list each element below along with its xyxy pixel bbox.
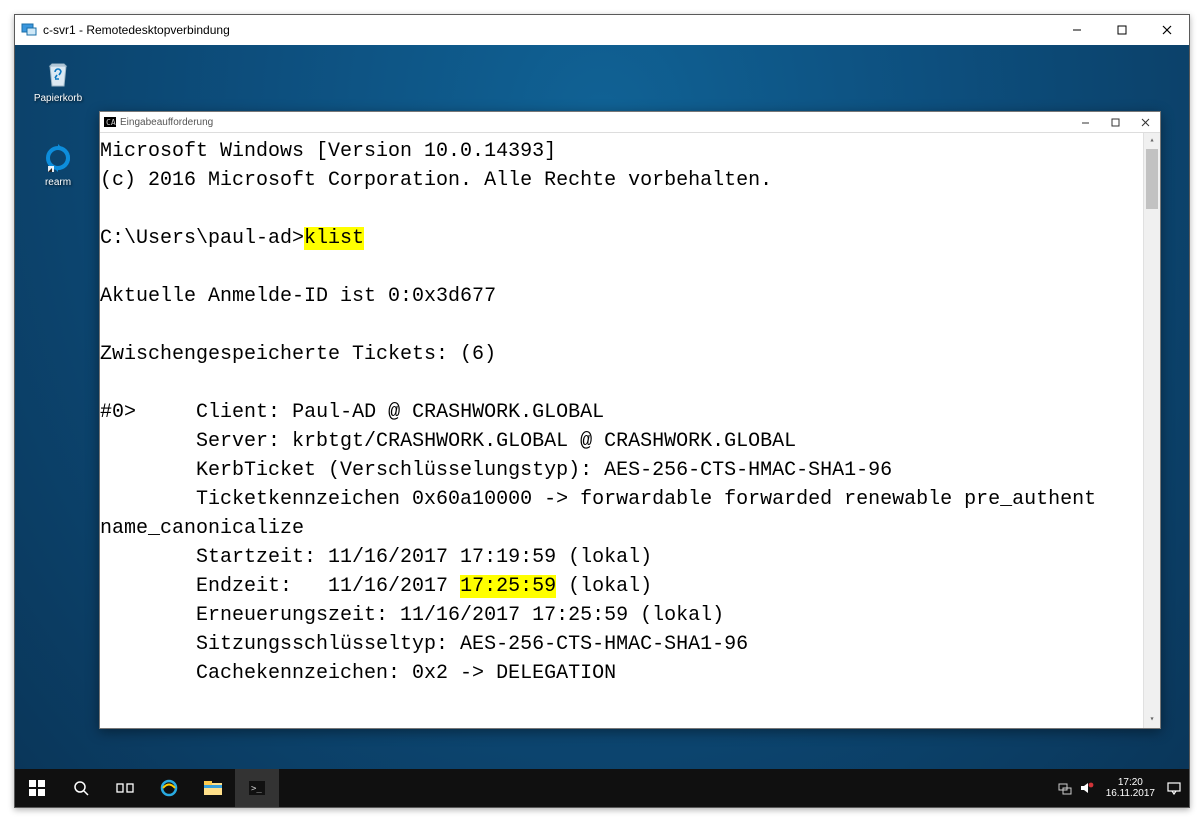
scroll-up-icon[interactable]: ▴ bbox=[1144, 133, 1160, 149]
taskbar-date: 16.11.2017 bbox=[1106, 788, 1155, 799]
cmd-output[interactable]: Microsoft Windows [Version 10.0.14393] (… bbox=[100, 133, 1160, 728]
cmd-window-controls bbox=[1070, 112, 1160, 132]
scroll-thumb[interactable] bbox=[1146, 149, 1158, 209]
maximize-button[interactable] bbox=[1100, 112, 1130, 132]
svg-text:CA: CA bbox=[106, 118, 116, 127]
desktop-icon-recycle-bin[interactable]: Papierkorb bbox=[25, 57, 91, 104]
rdp-titlebar[interactable]: c-svr1 - Remotedesktopverbindung bbox=[15, 15, 1189, 45]
minimize-button[interactable] bbox=[1054, 15, 1099, 45]
desktop-icon-label: rearm bbox=[25, 177, 91, 188]
close-button[interactable] bbox=[1130, 112, 1160, 132]
cmd-highlight-command: klist bbox=[304, 227, 364, 250]
taskbar-cmd[interactable]: >_ bbox=[235, 769, 279, 807]
cmd-title: Eingabeaufforderung bbox=[120, 117, 213, 128]
cmd-highlight-endtime: 17:25:59 bbox=[460, 575, 556, 598]
tray-action-center-icon[interactable] bbox=[1165, 781, 1183, 795]
rdp-title: c-svr1 - Remotedesktopverbindung bbox=[43, 23, 230, 37]
search-button[interactable] bbox=[59, 769, 103, 807]
close-button[interactable] bbox=[1144, 15, 1189, 45]
taskbar-file-explorer[interactable] bbox=[191, 769, 235, 807]
maximize-button[interactable] bbox=[1099, 15, 1144, 45]
cmd-icon: CA bbox=[104, 117, 116, 127]
rdp-window: c-svr1 - Remotedesktopverbindung bbox=[14, 14, 1190, 808]
taskbar: >_ 17:20 16.11.2017 bbox=[15, 769, 1189, 807]
cmd-titlebar[interactable]: CA Eingabeaufforderung bbox=[100, 112, 1160, 133]
refresh-icon bbox=[41, 141, 75, 175]
scroll-down-icon[interactable]: ▾ bbox=[1144, 712, 1160, 728]
tray-volume-icon[interactable] bbox=[1078, 781, 1096, 795]
minimize-button[interactable] bbox=[1070, 112, 1100, 132]
scrollbar[interactable]: ▴ ▾ bbox=[1143, 133, 1160, 728]
scroll-track[interactable] bbox=[1144, 149, 1160, 712]
cmd-window: CA Eingabeaufforderung Microsoft Windows… bbox=[99, 111, 1161, 729]
desktop-icon-rearm[interactable]: rearm bbox=[25, 141, 91, 188]
task-view-button[interactable] bbox=[103, 769, 147, 807]
rdp-icon bbox=[21, 22, 37, 38]
tray-network-icon[interactable] bbox=[1056, 781, 1074, 795]
system-tray: 17:20 16.11.2017 bbox=[1056, 777, 1189, 799]
recycle-bin-icon bbox=[41, 57, 75, 91]
taskbar-time: 17:20 bbox=[1106, 777, 1155, 788]
start-button[interactable] bbox=[15, 769, 59, 807]
taskbar-ie[interactable] bbox=[147, 769, 191, 807]
desktop-icon-label: Papierkorb bbox=[25, 93, 91, 104]
rdp-window-controls bbox=[1054, 15, 1189, 45]
cmd-text: Microsoft Windows [Version 10.0.14393] (… bbox=[100, 137, 1160, 688]
remote-desktop[interactable]: Papierkorb rearm CA Eingab bbox=[15, 45, 1189, 807]
taskbar-clock[interactable]: 17:20 16.11.2017 bbox=[1100, 777, 1161, 799]
svg-text:>_: >_ bbox=[251, 784, 262, 794]
